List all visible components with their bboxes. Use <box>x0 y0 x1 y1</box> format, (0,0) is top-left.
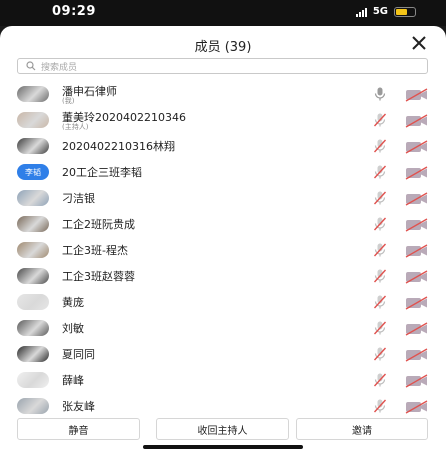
member-name: 夏同同 <box>62 348 95 361</box>
mic-muted-icon[interactable] <box>372 398 388 414</box>
member-role: (我) <box>62 97 75 105</box>
member-name: 刘敏 <box>62 322 84 335</box>
camera-off-icon[interactable] <box>405 191 429 206</box>
avatar <box>17 294 49 310</box>
search-placeholder: 搜索成员 <box>41 62 78 73</box>
member-name: 工企3班赵蓉蓉 <box>62 270 135 283</box>
camera-off-icon[interactable] <box>405 399 429 414</box>
invite-button[interactable]: 邀请 <box>296 418 428 440</box>
member-row[interactable]: 薛峰 <box>0 366 446 392</box>
mic-muted-icon[interactable] <box>372 242 388 258</box>
avatar <box>17 372 49 388</box>
mic-icon[interactable] <box>372 86 388 102</box>
avatar <box>17 112 49 128</box>
member-row[interactable]: 夏同同 <box>0 340 446 366</box>
mic-muted-icon[interactable] <box>372 346 388 362</box>
avatar <box>17 216 49 232</box>
avatar <box>17 190 49 206</box>
member-row[interactable]: 董美玲2020402210346 (主持人) <box>0 106 446 132</box>
member-role: (主持人) <box>62 123 89 131</box>
member-row[interactable]: 2020402210316林翔 <box>0 132 446 158</box>
status-indicators: 5G <box>355 6 416 17</box>
home-indicator <box>143 445 303 449</box>
member-row[interactable]: 工企3班-程杰 <box>0 236 446 262</box>
members-sheet: 成员 (39) 搜索成员 潘申石律师 (我) 董美玲2020402210346 (主持… <box>0 26 446 463</box>
status-bar: 09:29 5G <box>0 0 446 26</box>
member-row[interactable]: 刘敏 <box>0 314 446 340</box>
avatar <box>17 346 49 362</box>
member-name: 工企3班-程杰 <box>62 244 128 257</box>
member-row[interactable]: 工企2班阮贵成 <box>0 210 446 236</box>
search-icon <box>26 61 36 71</box>
mic-muted-icon[interactable] <box>372 112 388 128</box>
camera-off-icon[interactable] <box>405 243 429 258</box>
member-list[interactable]: 潘申石律师 (我) 董美玲2020402210346 (主持人) 20204022103… <box>0 80 446 414</box>
footer-toolbar: 静音 收回主持人 邀请 <box>0 414 446 463</box>
camera-off-icon[interactable] <box>405 165 429 180</box>
network-label: 5G <box>372 6 388 17</box>
camera-off-icon[interactable] <box>405 347 429 362</box>
signal-icon <box>355 7 367 17</box>
member-row[interactable]: 刁洁银 <box>0 184 446 210</box>
camera-off-icon[interactable] <box>405 113 429 128</box>
member-name: 20工企三班李韬 <box>62 166 142 179</box>
camera-off-icon[interactable] <box>405 269 429 284</box>
search-input[interactable]: 搜索成员 <box>17 58 428 74</box>
mic-muted-icon[interactable] <box>372 268 388 284</box>
camera-off-icon[interactable] <box>405 295 429 310</box>
avatar <box>17 320 49 336</box>
avatar <box>17 138 49 154</box>
avatar <box>17 242 49 258</box>
mic-muted-icon[interactable] <box>372 164 388 180</box>
member-row[interactable]: 潘申石律师 (我) <box>0 80 446 106</box>
member-name: 刁洁银 <box>62 192 95 205</box>
avatar <box>17 268 49 284</box>
mic-muted-icon[interactable] <box>372 216 388 232</box>
camera-off-icon[interactable] <box>405 373 429 388</box>
battery-icon <box>394 6 416 17</box>
member-name: 黄庞 <box>62 296 84 309</box>
avatar <box>17 86 49 102</box>
sheet-header: 成员 (39) <box>0 26 446 62</box>
member-name: 2020402210316林翔 <box>62 140 175 153</box>
mic-muted-icon[interactable] <box>372 138 388 154</box>
member-row[interactable]: 黄庞 <box>0 288 446 314</box>
camera-off-icon[interactable] <box>405 217 429 232</box>
mic-muted-icon[interactable] <box>372 320 388 336</box>
member-name: 工企2班阮贵成 <box>62 218 135 231</box>
camera-off-icon[interactable] <box>405 139 429 154</box>
page-title: 成员 (39) <box>194 40 252 55</box>
camera-off-icon[interactable] <box>405 87 429 102</box>
member-row[interactable]: 李韬 20工企三班李韬 <box>0 158 446 184</box>
reclaim-host-button[interactable]: 收回主持人 <box>156 418 289 440</box>
close-icon[interactable] <box>408 32 430 54</box>
mic-muted-icon[interactable] <box>372 190 388 206</box>
camera-off-icon[interactable] <box>405 321 429 336</box>
mic-muted-icon[interactable] <box>372 372 388 388</box>
mute-all-button[interactable]: 静音 <box>17 418 140 440</box>
avatar <box>17 398 49 414</box>
member-name: 张友峰 <box>62 400 95 413</box>
member-row[interactable]: 工企3班赵蓉蓉 <box>0 262 446 288</box>
avatar: 李韬 <box>17 164 49 180</box>
status-time: 09:29 <box>52 4 96 19</box>
member-name: 薛峰 <box>62 374 84 387</box>
member-row[interactable]: 张友峰 <box>0 392 446 414</box>
mic-muted-icon[interactable] <box>372 294 388 310</box>
